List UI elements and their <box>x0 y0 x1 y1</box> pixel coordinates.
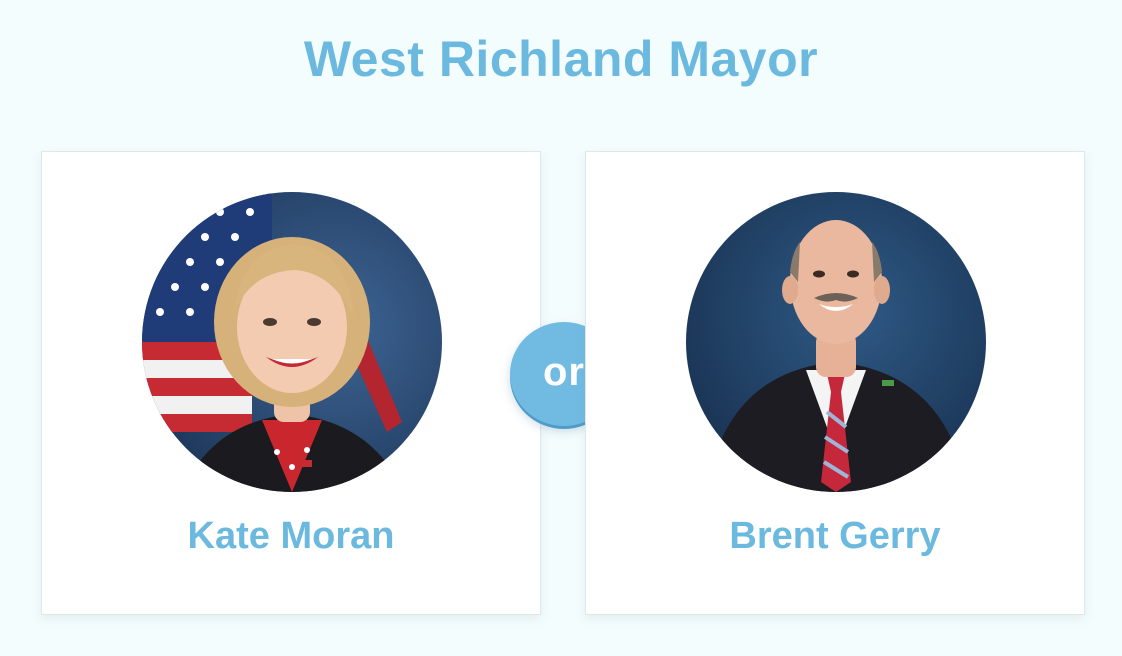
candidate-card-brent-gerry[interactable]: Brent Gerry <box>585 151 1085 615</box>
candidate-card-kate-moran[interactable]: Kate Moran <box>41 151 541 615</box>
candidate-photo <box>142 192 442 492</box>
candidate-name: Kate Moran <box>187 515 395 557</box>
candidate-photo <box>686 192 986 492</box>
page-title: West Richland Mayor <box>303 31 819 87</box>
candidate-name: Brent Gerry <box>729 515 941 557</box>
